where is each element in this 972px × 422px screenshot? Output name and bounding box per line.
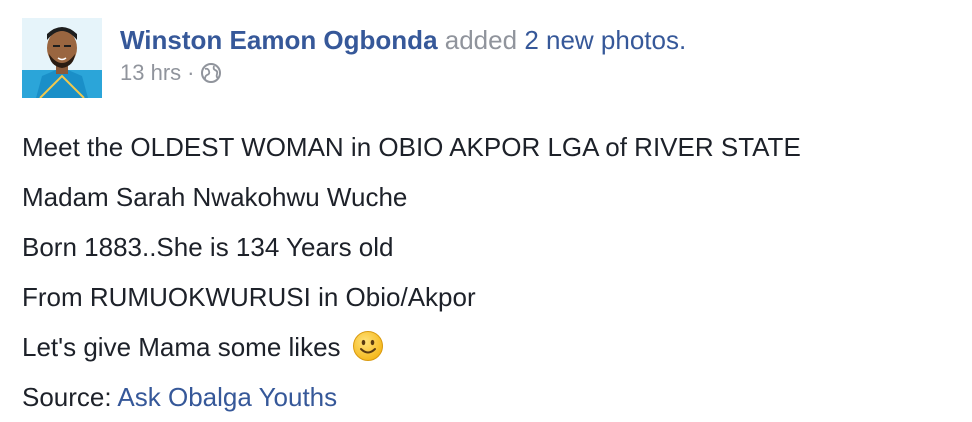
post-line-5: Let's give Mama some likes	[22, 322, 801, 372]
post-line-6: Source: Ask Obalga Youths	[22, 372, 801, 422]
post-line-2: Madam Sarah Nwakohwu Wuche	[22, 182, 408, 212]
post-line-4: From RUMUOKWURUSI in Obio/Akpor	[22, 282, 476, 312]
post-meta: 13 hrs ·	[120, 58, 686, 88]
author-avatar[interactable]	[22, 18, 102, 98]
source-label: Source:	[22, 382, 112, 412]
photos-link[interactable]: 2 new photos.	[524, 25, 686, 55]
author-name-link[interactable]: Winston Eamon Ogbonda	[120, 25, 438, 55]
post-line-5-text: Let's give Mama some likes	[22, 332, 341, 362]
post-title-line: Winston Eamon Ogbonda added 2 new photos…	[120, 24, 686, 56]
smiley-icon	[352, 328, 384, 361]
action-verb: added	[444, 25, 518, 55]
post-line-1: Meet the OLDEST WOMAN in OBIO AKPOR LGA …	[22, 132, 801, 162]
source-link[interactable]: Ask Obalga Youths	[117, 382, 337, 412]
meta-separator: ·	[187, 60, 195, 85]
globe-icon[interactable]	[200, 62, 222, 84]
facebook-post: Winston Eamon Ogbonda added 2 new photos…	[0, 0, 972, 418]
avatar-image	[22, 18, 102, 98]
post-body: Meet the OLDEST WOMAN in OBIO AKPOR LGA …	[22, 122, 801, 422]
header-text: Winston Eamon Ogbonda added 2 new photos…	[120, 24, 686, 88]
post-line-3: Born 1883..She is 134 Years old	[22, 232, 394, 262]
timestamp-link[interactable]: 13 hrs	[120, 58, 181, 88]
